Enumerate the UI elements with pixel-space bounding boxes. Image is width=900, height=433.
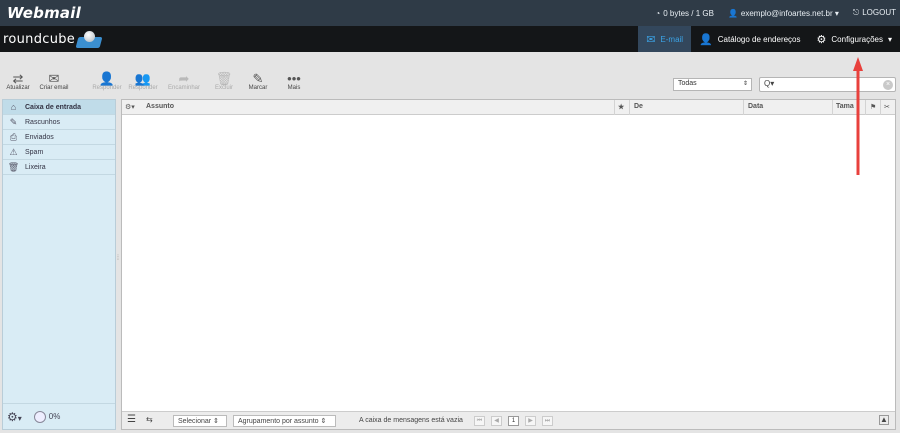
list-options-button[interactable]: ⚙▾ [125,103,135,111]
gear-icon: ⚙ [816,33,827,46]
reply-all-icon: 👥 [134,71,152,86]
more-button[interactable]: ••• Mais [274,72,314,91]
folder-sent[interactable]: ⎙ Enviados [3,130,115,145]
quota-icon [33,410,46,423]
trash-icon: 🗑 [7,161,20,172]
attachment-icon[interactable]: ✂ [884,103,890,111]
compose-button[interactable]: ✉ Criar email [34,72,74,91]
page-number[interactable]: 1 [508,416,519,426]
sent-icon: ⎙ [9,131,18,142]
inbox-icon: ⌂ [10,102,17,112]
webmail-brand: Webmail [7,4,81,22]
tab-email[interactable]: ✉ E-mail [638,26,692,52]
logout-icon: ⎋ [852,8,860,17]
gear-icon: ⚙ [7,409,18,424]
list-status: A caixa de mensagens está vazia [359,417,463,424]
filter-select[interactable]: Todas ⇕ [673,78,752,91]
updown-icon: ⇕ [742,81,748,87]
expand-preview-icon[interactable]: ▲ [879,415,889,425]
compose-icon: ✉ [48,71,60,86]
pane-splitter[interactable]: ⁞ [117,255,120,269]
folder-inbox[interactable]: ⌂ Caixa de entrada [3,100,115,115]
roundcube-logo-text: roundcube [3,31,76,47]
gear-icon: ⚙ [125,104,132,111]
message-list: ⚙▾ Assunto ★ De Data Tama ⚑ ✂ ☰ ⇆ Seleci… [121,99,896,430]
reply-button[interactable]: 👤 Responder [87,72,127,91]
spam-icon: ⚠ [9,146,18,157]
refresh-icon: ⇄ [12,71,24,86]
tab-address-book[interactable]: 👤 Catálogo de endereços [691,26,808,52]
column-from[interactable]: De [634,103,643,110]
thread-icon[interactable]: ⇆ [146,415,153,424]
pencil-icon: ✎ [9,116,18,127]
search-icon: Q▾ [764,79,775,88]
folder-footer: ⚙▾ 0% [3,403,115,429]
reply-icon: 👤 [98,71,116,86]
flag-icon[interactable]: ⚑ [870,103,876,111]
app-bar: roundcube ✉ E-mail 👤 Catálogo de endereç… [0,26,900,52]
flag-star-icon[interactable]: ★ [618,103,624,111]
mark-button[interactable]: ✎ Marcar [238,72,278,91]
first-page-button[interactable]: ⏮ [474,416,485,426]
column-date[interactable]: Data [748,103,763,110]
clear-search-icon[interactable]: × [883,80,893,90]
message-list-header: ⚙▾ Assunto ★ De Data Tama ⚑ ✂ [122,100,895,115]
folder-spam[interactable]: ⚠ Spam [3,145,115,160]
chevron-down-icon: ▾ [834,8,839,18]
top-header: Webmail ◔ 0 bytes / 1 GB 👤 exemplo@infoart… [0,0,900,26]
message-list-footer: ☰ ⇆ Selecionar ⇕ Agrupamento por assunto… [122,411,895,429]
refresh-button[interactable]: ⇄ Atualizar [0,72,38,91]
main-tabs: ✉ E-mail 👤 Catálogo de endereços ⚙ Confi… [638,26,900,52]
folder-list: ⌂ Caixa de entrada ✎ Rascunhos ⎙ Enviados ⚠… [2,99,116,430]
annotation-arrow [853,57,863,175]
search-input[interactable]: Q▾ × [759,77,896,92]
select-dropdown[interactable]: Selecionar ⇕ [173,415,227,427]
folder-settings-button[interactable]: ⚙▾ [7,410,22,424]
tab-settings[interactable]: ⚙ Configurações ▾ [809,26,900,52]
column-subject[interactable]: Assunto [146,103,174,110]
chevron-down-icon: ▾ [887,34,892,44]
clock-icon: ◔ [655,8,661,18]
quota-display: 0% [33,410,60,423]
forward-button[interactable]: ➦ Encaminhar [164,72,204,91]
next-page-button[interactable]: ▶ [525,416,536,426]
list-view-icon[interactable]: ☰ [127,415,136,425]
roundcube-logo-icon [75,30,103,48]
header-right: ◔ 0 bytes / 1 GB 👤 exemplo@infoartes.net.b… [655,8,896,18]
grouping-dropdown[interactable]: Agrupamento por assunto ⇕ [233,415,336,427]
mail-icon: ✉ [646,33,656,46]
reply-all-button[interactable]: 👥 Responder [123,72,163,91]
user-icon: 👤 [727,8,738,18]
more-icon: ••• [287,71,301,86]
person-icon: 👤 [699,33,713,46]
folder-trash[interactable]: 🗑 Lixeira [3,160,115,175]
quota-indicator: ◔ 0 bytes / 1 GB [655,8,714,18]
user-menu[interactable]: 👤 exemplo@infoartes.net.br ▾ [728,9,839,18]
pencil-icon: ✎ [252,71,264,86]
column-size[interactable]: Tama [836,103,854,110]
prev-page-button[interactable]: ◀ [491,416,502,426]
forward-icon: ➦ [178,71,190,86]
logout-link[interactable]: ⎋ LOGOUT [853,8,896,18]
folder-drafts[interactable]: ✎ Rascunhos [3,115,115,130]
last-page-button[interactable]: ⏭ [542,416,553,426]
